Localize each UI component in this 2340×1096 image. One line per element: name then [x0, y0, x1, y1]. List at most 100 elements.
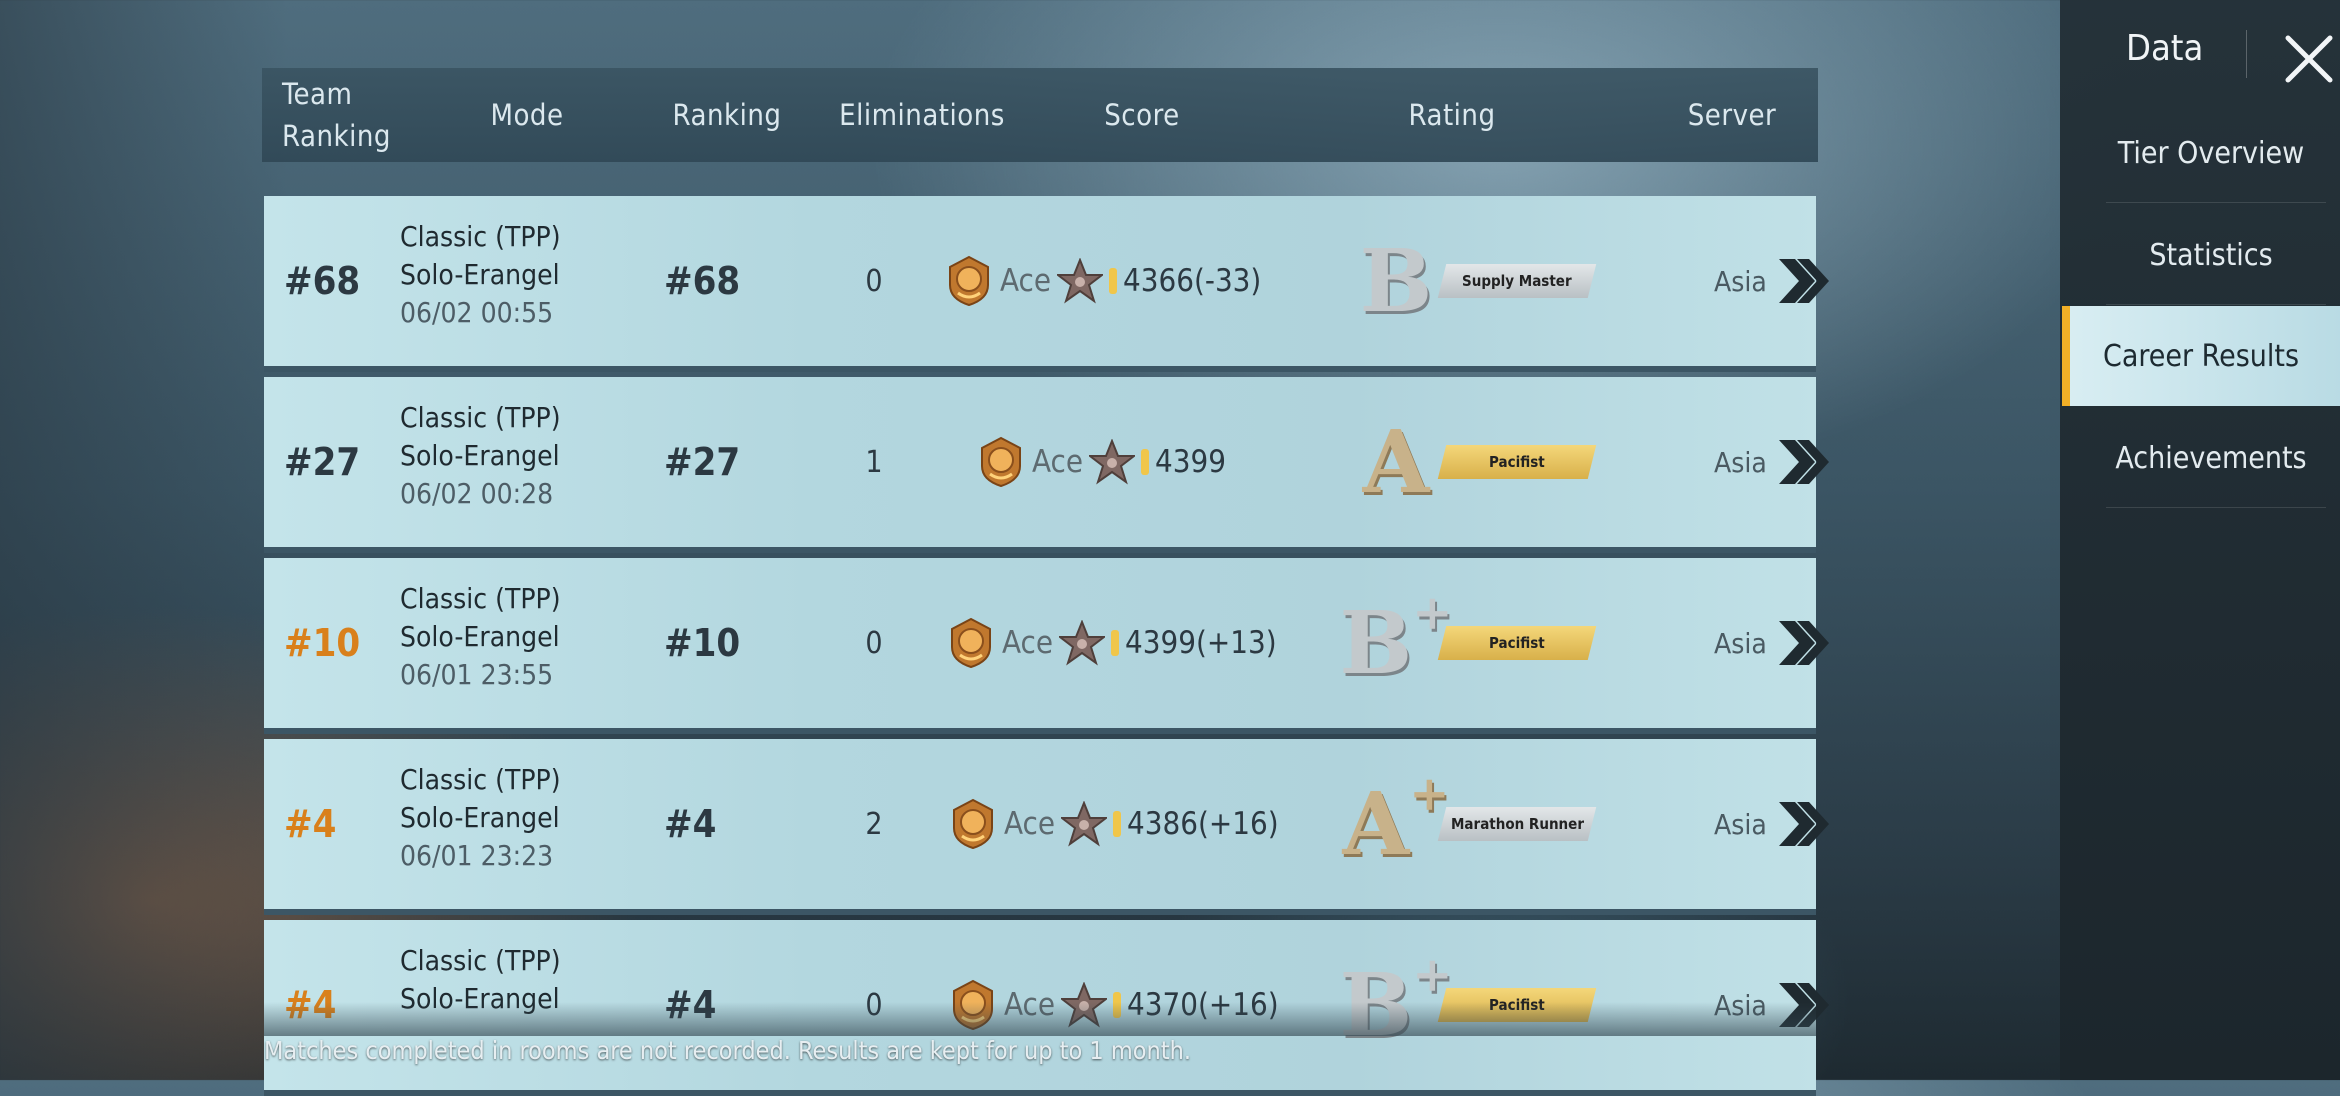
table-row[interactable]: #4 Classic (TPP) Solo-Erangel 06/01 23:2…: [264, 739, 1829, 915]
panel-title: Data: [2126, 28, 2204, 69]
match-date: 06/01 23:23: [400, 839, 554, 872]
grade-text: A: [1342, 773, 1410, 875]
server-name: Asia: [1714, 445, 1767, 479]
mode-name: Classic (TPP): [400, 763, 561, 796]
nav-tier-overview[interactable]: Tier Overview: [2086, 103, 2336, 203]
header-team-ranking-line2: Ranking: [282, 119, 391, 153]
grade-plus: +: [1409, 765, 1450, 822]
server-name: Asia: [1714, 626, 1767, 660]
rating-badge: Pacifist: [1437, 445, 1597, 479]
table-row[interactable]: #27 Classic (TPP) Solo-Erangel 06/02 00:…: [264, 377, 1829, 553]
ranking: #4: [664, 802, 717, 846]
badge-label: Pacifist: [1489, 453, 1545, 471]
ranking: #10: [664, 621, 741, 665]
chevron-right-icon: [1778, 802, 1829, 846]
ace-star-icon: [1061, 801, 1108, 847]
table-header: Team Ranking Mode Ranking Eliminations S…: [262, 68, 1818, 162]
ace-star-icon: [1057, 258, 1104, 304]
mode-name: Classic (TPP): [400, 944, 561, 977]
ranking: #68: [664, 259, 741, 303]
server-name: Asia: [1714, 807, 1767, 841]
score-value: 4399: [1155, 444, 1226, 480]
server-name: Asia: [1714, 264, 1767, 298]
badge-label: Supply Master: [1462, 272, 1572, 290]
badge-label: Pacifist: [1489, 634, 1545, 652]
map-name: Solo-Erangel: [400, 620, 560, 653]
team-rank: #27: [284, 440, 361, 484]
mode-info: Classic (TPP) Solo-Erangel 06/02 00:55: [400, 218, 660, 332]
footer-note: Matches completed in rooms are not recor…: [264, 1036, 1191, 1065]
eliminations: 1: [865, 444, 883, 480]
nav-label: Statistics: [2149, 237, 2273, 273]
server-cell[interactable]: Asia: [1714, 377, 1831, 547]
active-indicator: [2062, 306, 2070, 406]
ace-crest-icon: [951, 617, 991, 669]
grade-text: A: [1362, 411, 1430, 513]
mode-info: Classic (TPP) Solo-Erangel 06/01 23:55: [400, 580, 660, 694]
chevron-right-icon: [1778, 440, 1829, 484]
tier-name: Ace: [1000, 263, 1052, 299]
score-value: 4366(-33): [1123, 263, 1262, 299]
team-rank: #10: [284, 621, 361, 665]
ace-star-icon: [1089, 439, 1136, 485]
map-name: Solo-Erangel: [400, 439, 560, 472]
server-cell[interactable]: Asia: [1714, 739, 1831, 909]
server-cell[interactable]: Asia: [1714, 196, 1831, 366]
eliminations: 0: [865, 263, 883, 299]
match-date: 06/01 23:55: [400, 658, 554, 691]
rating-badge: Marathon Runner: [1437, 807, 1597, 841]
team-rank: #4: [284, 802, 337, 846]
chevron-right-icon: [1778, 259, 1829, 303]
score-value: 4386(+16): [1127, 806, 1279, 842]
data-side-panel: Data Tier Overview Statistics Career Res…: [2060, 0, 2340, 1080]
map-name: Solo-Erangel: [400, 258, 560, 291]
header-rating: Rating: [1408, 98, 1496, 132]
tier-name: Ace: [1004, 806, 1056, 842]
header-mode: Mode: [490, 98, 564, 132]
chevron-right-icon: [1778, 621, 1829, 665]
nav-divider: [2106, 304, 2326, 305]
header-ranking: Ranking: [672, 98, 782, 132]
tier-pip: [1111, 630, 1120, 656]
mode-name: Classic (TPP): [400, 401, 561, 434]
score-value: 4399(+13): [1125, 625, 1277, 661]
grade-letter: A: [1363, 412, 1430, 513]
grade-letter: A+: [1342, 766, 1450, 875]
grade-text: B: [1339, 592, 1413, 694]
ace-crest-icon: [953, 798, 993, 850]
grade-letter: B+: [1339, 585, 1453, 694]
grade-letter: B: [1360, 231, 1433, 332]
close-icon[interactable]: [2282, 32, 2336, 86]
header-server: Server: [1687, 98, 1777, 132]
match-date: 06/02 00:55: [400, 296, 554, 329]
match-date: 06/02 00:28: [400, 477, 554, 510]
mode-info: Classic (TPP) Solo-Erangel 06/01 23:23: [400, 761, 660, 875]
ace-crest-icon: [981, 436, 1021, 488]
score-cell: Ace 4366(-33): [944, 196, 1261, 366]
table-row[interactable]: #68 Classic (TPP) Solo-Erangel 06/02 00:…: [264, 196, 1829, 372]
rating-badge: Pacifist: [1437, 626, 1597, 660]
team-rank: #68: [284, 259, 361, 303]
mode-name: Classic (TPP): [400, 220, 561, 253]
nav-divider: [2106, 202, 2326, 203]
tier-pip: [1113, 811, 1122, 837]
score-cell: Ace 4399(+13): [946, 558, 1277, 728]
score-cell: Ace 4386(+16): [948, 739, 1279, 909]
badge-label: Marathon Runner: [1450, 815, 1584, 833]
table-row[interactable]: #10 Classic (TPP) Solo-Erangel 06/01 23:…: [264, 558, 1829, 734]
header-score: Score: [1104, 98, 1180, 132]
nav-divider: [2106, 507, 2326, 508]
eliminations: 0: [865, 625, 883, 661]
mode-name: Classic (TPP): [400, 582, 561, 615]
map-name: Solo-Erangel: [400, 801, 560, 834]
nav-career-results[interactable]: Career Results: [2062, 306, 2340, 406]
mode-info: Classic (TPP) Solo-Erangel 06/02 00:28: [400, 399, 660, 513]
server-cell[interactable]: Asia: [1714, 558, 1831, 728]
eliminations: 2: [865, 806, 883, 842]
tier-pip: [1109, 268, 1118, 294]
header-eliminations: Eliminations: [839, 98, 1005, 132]
nav-statistics[interactable]: Statistics: [2086, 205, 2336, 305]
tier-name: Ace: [1002, 625, 1054, 661]
nav-achievements[interactable]: Achievements: [2086, 408, 2336, 508]
nav-label: Achievements: [2115, 440, 2307, 476]
